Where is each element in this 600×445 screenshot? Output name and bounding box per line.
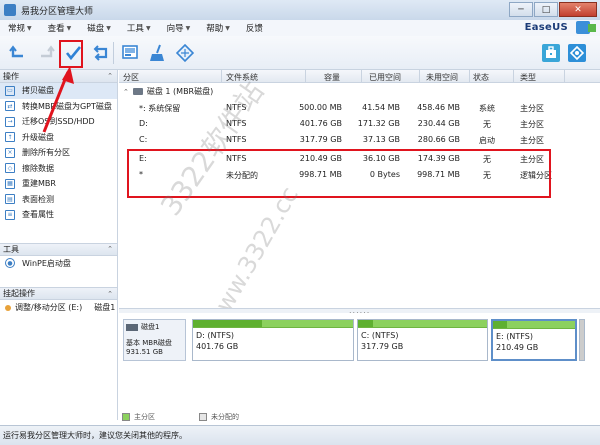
disk-map: 磁盘1 基本 MBR磁盘 931.51 GB D: (NTFS) 401.76 G… <box>119 313 600 405</box>
op-surface-test[interactable]: ▤ 表面检测 <box>0 192 117 208</box>
toolbar <box>0 36 600 70</box>
menu-tools[interactable]: 工具 ▼ <box>119 22 159 34</box>
menu-view[interactable]: 查看 ▼ <box>40 22 80 34</box>
partition-used-bar <box>493 321 507 328</box>
pending-changes-highlight <box>127 149 551 198</box>
menu-general[interactable]: 常规 ▼ <box>0 22 40 34</box>
copy-disk-icon: ▭ <box>5 85 15 96</box>
tool-winpe[interactable]: ● WinPE启动盘 <box>0 256 117 272</box>
toolkit-icon[interactable] <box>539 41 563 65</box>
menu-help[interactable]: 帮助 ▼ <box>198 22 238 34</box>
legend-primary-swatch <box>122 413 130 421</box>
op-copy-disk[interactable]: ▭ 拷贝磁盘 <box>0 83 117 99</box>
op-wipe-data[interactable]: ◇ 擦除数据 <box>0 161 117 177</box>
op-rebuild-mbr[interactable]: ▦ 重建MBR <box>0 176 117 192</box>
maximize-button[interactable]: □ <box>534 2 558 17</box>
menu-disk[interactable]: 磁盘 ▼ <box>79 22 119 34</box>
disk-icon <box>126 323 138 331</box>
partition-card-c[interactable]: C: (NTFS) 317.79 GB <box>357 319 488 361</box>
table-row[interactable]: D: NTFS 401.76 GB 171.32 GB 230.44 GB 无主分区 <box>119 117 600 133</box>
refresh-icon[interactable] <box>89 41 113 65</box>
op-upgrade-disk[interactable]: ↑ 升级磁盘 <box>0 130 117 146</box>
col-partition[interactable]: 分区 <box>123 72 139 83</box>
legend: 主分区 未分配的 <box>119 410 600 424</box>
col-free[interactable]: 未用空间 <box>426 72 458 83</box>
menu-wizard[interactable]: 向导 ▼ <box>159 22 199 34</box>
col-used[interactable]: 已用空间 <box>369 72 401 83</box>
legend-unallocated-swatch <box>199 413 207 421</box>
convert-icon: ⇄ <box>5 101 15 112</box>
disk-icon <box>132 88 143 95</box>
table-row[interactable]: C: NTFS 317.79 GB 37.13 GB 280.66 GB 启动 主分区 <box>119 133 600 149</box>
table-header: 分区 文件系统 容量 已用空间 未用空间 状态 类型 <box>119 70 600 83</box>
disk-card[interactable]: 磁盘1 基本 MBR磁盘 931.51 GB <box>123 319 186 361</box>
brand-mark-accent-icon <box>588 24 596 32</box>
disk-view-icon[interactable] <box>118 41 142 65</box>
app-icon <box>4 4 16 16</box>
col-capacity[interactable]: 容量 <box>324 72 340 83</box>
partition-used-bar <box>358 320 374 327</box>
settings-icon[interactable] <box>565 41 589 65</box>
window-title: 易我分区管理大师 <box>21 6 94 17</box>
partition-card-e[interactable]: E: (NTFS) 210.49 GB <box>491 319 577 361</box>
properties-icon: ≡ <box>5 209 15 220</box>
minimize-button[interactable]: ─ <box>509 2 533 17</box>
sidebar: 操作 ⌃ ▭ 拷贝磁盘 ⇄ 转换MBR磁盘为GPT磁盘 → 迁移OS到SSD/HDD ↑… <box>0 70 118 420</box>
migrate-icon: → <box>5 116 15 127</box>
menu-bar: 常规 ▼ 查看 ▼ 磁盘 ▼ 工具 ▼ 向导 ▼ 帮助 ▼ 反馈 <box>0 20 600 36</box>
op-migrate-os[interactable]: → 迁移OS到SSD/HDD <box>0 114 117 130</box>
surface-test-icon: ▤ <box>5 194 15 205</box>
col-type[interactable]: 类型 <box>520 72 536 83</box>
op-delete-all[interactable]: × 删除所有分区 <box>0 145 117 161</box>
tools-header[interactable]: 工具 ⌃ <box>0 242 117 256</box>
menu-feedback[interactable]: 反馈 <box>238 22 271 34</box>
diamond-icon[interactable] <box>173 41 197 65</box>
col-status[interactable]: 状态 <box>473 72 489 83</box>
broom-icon[interactable] <box>146 41 170 65</box>
col-filesystem[interactable]: 文件系统 <box>226 72 258 83</box>
collapse-icon[interactable]: ⌃ <box>123 88 129 96</box>
partition-card-unallocated[interactable] <box>579 319 585 361</box>
undo-icon[interactable] <box>6 41 30 65</box>
apply-highlight-box <box>59 40 83 68</box>
partition-used-bar <box>193 320 262 327</box>
close-button[interactable]: ✕ <box>559 2 597 17</box>
delete-all-icon: × <box>5 147 15 158</box>
status-bar: 运行易我分区管理大师时，建议您关闭其他的程序。 <box>0 425 600 445</box>
op-properties[interactable]: ≡ 查看属性 <box>0 207 117 223</box>
disk-1-row[interactable]: ⌃ 磁盘 1 (MBR磁盘) <box>123 86 213 97</box>
wipe-icon: ◇ <box>5 163 15 174</box>
pending-item[interactable]: 调整/移动分区 (E:) 磁盘1 <box>0 300 117 316</box>
brand-logo: EaseUS <box>524 22 568 33</box>
partition-card-d[interactable]: D: (NTFS) 401.76 GB <box>192 319 354 361</box>
rebuild-mbr-icon: ▦ <box>5 178 15 189</box>
title-bar: 易我分区管理大师 ─ □ ✕ <box>0 0 600 20</box>
upgrade-icon: ↑ <box>5 132 15 143</box>
pending-header[interactable]: 挂起操作 ⌃ <box>0 287 117 300</box>
redo-icon[interactable] <box>34 41 58 65</box>
operations-header[interactable]: 操作 ⌃ <box>0 70 117 83</box>
winpe-icon: ● <box>5 258 15 269</box>
op-convert-gpt[interactable]: ⇄ 转换MBR磁盘为GPT磁盘 <box>0 99 117 115</box>
table-row[interactable]: *: 系统保留 NTFS 500.00 MB 41.54 MB 458.46 MB 系… <box>119 101 600 117</box>
pending-dot-icon <box>5 304 11 311</box>
